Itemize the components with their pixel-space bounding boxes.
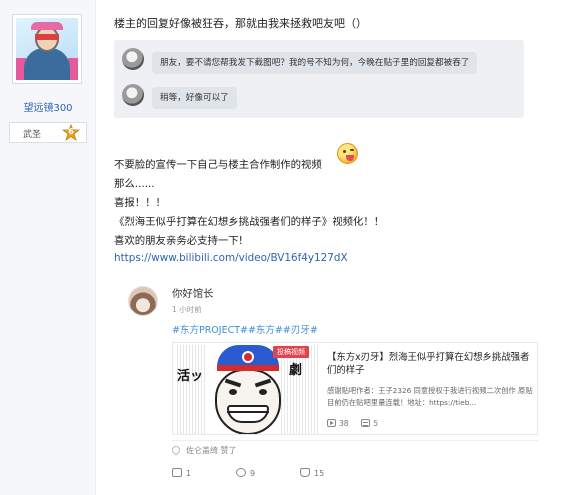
level-badge-icon: 6 (61, 123, 81, 142)
play-count-icon (327, 419, 336, 427)
video-thumbnail[interactable]: 活ッ 劇 投稿视频 (175, 345, 319, 434)
share-icon (172, 468, 182, 477)
video-link[interactable]: https://www.bilibili.com/video/BV16f4y12… (114, 252, 348, 264)
thumb-text-right: 劇 (289, 363, 303, 378)
share-button[interactable]: 1 (172, 468, 191, 478)
share-count: 1 (186, 469, 192, 478)
post-content: 楼主的回复好像被狂吞，那就由我来拯救吧友吧（） 朋友，要不请您帮我发下截图吧？我… (96, 0, 568, 495)
post-line: 那么...... (114, 178, 155, 190)
avatar-image (16, 18, 78, 80)
level-name: 武圣 (23, 130, 42, 140)
video-type-badge: 投稿视频 (273, 346, 309, 358)
video-title[interactable]: 【东方x刃牙】烈海王似乎打算在幻想乡挑战强者们的样子 (327, 351, 533, 377)
quote-message: 朋友，要不请您帮我发下截图吧？我的号不知为何，今晚在贴子里的回复都被吞了 (152, 52, 478, 74)
danmaku-count: 5 (373, 419, 379, 428)
action-bar: 1 9 15 (172, 468, 472, 482)
quote-avatar (122, 48, 144, 70)
repost-tags[interactable]: #东方PROJECT##东方##刃牙# (172, 322, 318, 336)
author-sidebar: 望远镜300 武圣 6 (0, 0, 96, 495)
repost-timestamp: 1 小时前 (172, 305, 202, 314)
liked-by-row: 佐仑盖绮 赞了 (170, 440, 538, 458)
post-line: 《烈海王似乎打算在幻想乡挑战强者们的样子》视频化！！ (114, 216, 385, 228)
quote-message: 稍等，好像可以了 (152, 87, 237, 109)
repost-card: 你好馆长 1 小时前 #东方PROJECT##东方##刃牙# 活ッ 劇 投稿视频 (116, 272, 564, 488)
video-card[interactable]: 活ッ 劇 投稿视频 【东方x刃牙】烈海王似乎打算在幻想乡挑战强者们的样子 感谢贴… (172, 342, 538, 435)
post-line: 喜欢的朋友亲务必支持一下! (114, 235, 243, 247)
heart-icon (170, 444, 182, 456)
author-username[interactable]: 望远镜300 (0, 99, 96, 114)
tongue-out-emoji-icon (337, 143, 358, 164)
post-intro: 楼主的回复好像被狂吞，那就由我来拯救吧友吧（） (114, 17, 367, 30)
post-line: 喜报！！！ (114, 197, 166, 209)
repost-username[interactable]: 你好馆长 (172, 285, 214, 300)
quoted-screenshot: 朋友，要不请您帮我发下截图吧？我的号不知为何，今晚在贴子里的回复都被吞了 稍等，… (114, 40, 524, 118)
play-count: 38 (339, 419, 349, 428)
author-avatar[interactable] (12, 14, 82, 84)
like-button[interactable]: 15 (300, 468, 324, 478)
level-number: 6 (68, 127, 74, 136)
danmaku-icon (361, 419, 371, 427)
author-level[interactable]: 武圣 6 (9, 122, 87, 143)
comment-count: 9 (250, 469, 256, 478)
thumbs-up-icon (300, 468, 310, 477)
comment-icon (236, 468, 246, 477)
quote-avatar (122, 84, 144, 106)
like-count: 15 (314, 469, 325, 478)
liked-by-text[interactable]: 佐仑盖绮 赞了 (186, 446, 237, 455)
post-line: 不要脸的宣传一下自己与楼主合作制作的视频 (114, 159, 322, 171)
video-stats: 38 5 (327, 419, 378, 428)
repost-avatar[interactable] (128, 286, 158, 316)
thumb-text-left: 活ッ (177, 369, 204, 384)
video-description: 感谢贴吧作者：王子2326 同意授权于我进行视频二次创作 原贴目前仍在贴吧里量连… (327, 386, 533, 407)
comment-button[interactable]: 9 (236, 468, 255, 478)
